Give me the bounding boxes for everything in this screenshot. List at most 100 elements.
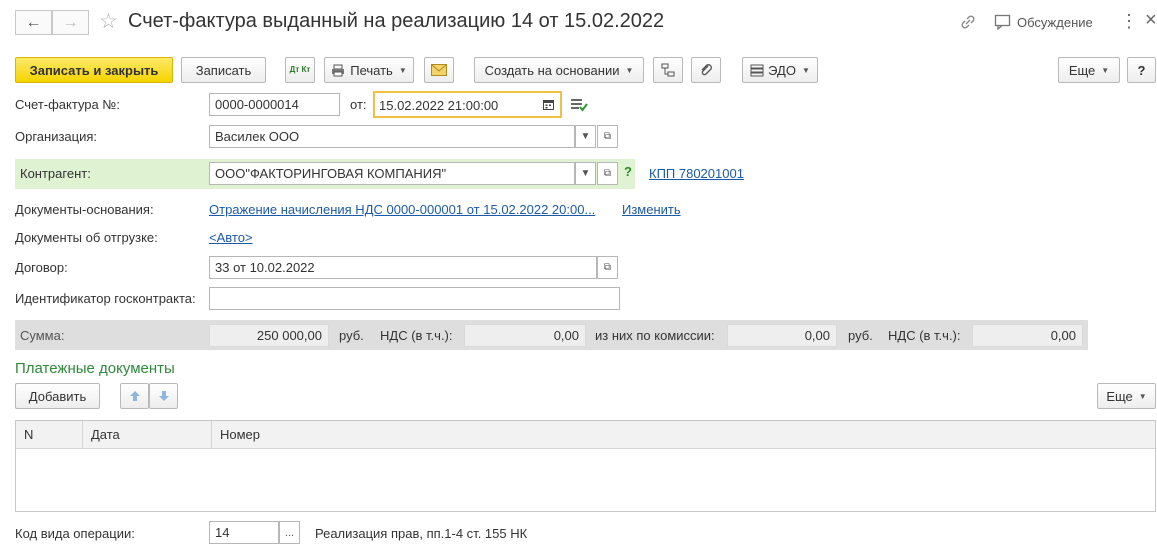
create-based-on-label: Создать на основании	[484, 62, 620, 78]
operation-description: Реализация прав, пп.1-4 ст. 155 НК	[315, 526, 528, 541]
arrow-up-icon	[129, 391, 140, 401]
column-header-doc-number[interactable]: Номер	[212, 421, 1155, 449]
add-label: Добавить	[28, 388, 87, 404]
attach-button[interactable]	[691, 57, 721, 83]
counterparty-dropdown-button[interactable]: ▼	[575, 162, 596, 185]
dropdown-caret-icon: ▼	[625, 65, 634, 75]
vat-label: НДС (в т.ч.):	[380, 328, 453, 343]
link-icon[interactable]	[959, 13, 977, 34]
sum-amount-field: 250 000,00	[209, 324, 329, 347]
dropdown-caret-icon: ▼	[580, 168, 591, 179]
print-button[interactable]: Печать ▼	[324, 57, 414, 83]
save-label: Записать	[195, 62, 252, 78]
invoice-date-input[interactable]: 15.02.2022 21:00:00	[373, 91, 562, 118]
help-question-icon[interactable]: ?	[624, 164, 632, 179]
calendar-icon[interactable]	[543, 98, 554, 113]
commission-amount-field: 0,00	[727, 324, 837, 347]
vat-amount-field: 0,00	[464, 324, 586, 347]
invoice-number-label: Счет-фактура №:	[15, 97, 120, 112]
operation-code-label: Код вида операции:	[15, 526, 135, 541]
commission-vat-field: 0,00	[972, 324, 1083, 347]
date-from-label: от:	[350, 97, 367, 112]
payments-more-label: Еще	[1106, 388, 1133, 404]
close-icon[interactable]: ×	[1145, 9, 1157, 32]
back-button[interactable]: ←	[15, 10, 52, 35]
payment-documents-title: Платежные документы	[15, 360, 175, 377]
move-down-button[interactable]	[149, 383, 178, 409]
gov-contract-label: Идентификатор госконтракта:	[15, 291, 196, 306]
hierarchy-icon	[661, 63, 675, 77]
sum-label: Сумма:	[20, 328, 65, 343]
help-icon: ?	[1137, 62, 1146, 78]
gov-contract-input[interactable]	[209, 287, 620, 310]
page-title: Счет-фактура выданный на реализацию 14 о…	[128, 10, 665, 32]
counterparty-label: Контрагент:	[20, 166, 91, 181]
favorite-star-icon[interactable]: ☆	[99, 9, 118, 34]
edo-label: ЭДО	[768, 62, 796, 78]
dropdown-caret-icon: ▼	[580, 131, 591, 142]
organization-input[interactable]: Василек ООО	[209, 125, 575, 148]
edo-button[interactable]: ЭДО ▼	[742, 57, 818, 83]
payments-more-button[interactable]: Еще ▼	[1097, 383, 1156, 409]
shipment-documents-label: Документы об отгрузке:	[15, 230, 158, 245]
move-up-button[interactable]	[120, 383, 149, 409]
dropdown-caret-icon: ▼	[1138, 391, 1147, 401]
shipment-auto-link[interactable]: <Авто>	[209, 230, 253, 245]
arrow-down-icon	[158, 391, 169, 401]
printer-icon	[332, 64, 345, 76]
print-label: Печать	[350, 62, 393, 78]
invoice-number-input[interactable]: 0000-0000014	[209, 93, 340, 116]
more-menu-icon[interactable]: ⋮	[1120, 11, 1138, 32]
dropdown-caret-icon: ▼	[398, 65, 407, 75]
dtkt-icon: Дт Кт	[289, 65, 311, 74]
open-form-icon: ⧉	[603, 262, 612, 273]
column-header-date[interactable]: Дата	[83, 421, 212, 449]
operation-code-select-button[interactable]: ...	[279, 521, 300, 544]
dropdown-caret-icon: ▼	[801, 65, 810, 75]
discussion-button[interactable]: Обсуждение	[994, 14, 1093, 30]
open-form-icon: ⧉	[603, 131, 612, 142]
currency-label-2: руб.	[848, 328, 873, 343]
change-link[interactable]: Изменить	[622, 202, 681, 217]
save-button[interactable]: Записать	[181, 57, 266, 83]
organization-dropdown-button[interactable]: ▼	[575, 125, 596, 148]
contract-label: Договор:	[15, 260, 68, 275]
create-based-on-button[interactable]: Создать на основании ▼	[474, 57, 644, 83]
ellipsis-icon: ...	[284, 526, 295, 539]
kpp-link[interactable]: КПП 780201001	[649, 166, 744, 181]
payment-documents-table[interactable]: N Дата Номер	[15, 420, 1156, 512]
counterparty-input[interactable]: ООО"ФАКТОРИНГОВАЯ КОМПАНИЯ"	[209, 162, 575, 185]
envelope-icon	[431, 64, 447, 76]
structure-button[interactable]	[653, 57, 683, 83]
arrow-right-icon: →	[62, 13, 79, 31]
commission-label: из них по комиссии:	[595, 328, 715, 343]
document-check-icon[interactable]	[570, 96, 588, 115]
contract-input[interactable]: 33 от 10.02.2022	[209, 256, 597, 279]
arrow-left-icon: ←	[25, 13, 42, 31]
base-documents-link[interactable]: Отражение начисления НДС 0000-000001 от …	[209, 202, 595, 217]
email-button[interactable]	[424, 57, 454, 83]
open-form-icon: ⧉	[603, 168, 612, 179]
invoice-date-value: 15.02.2022 21:00:00	[379, 98, 499, 113]
currency-label: руб.	[339, 328, 364, 343]
add-button[interactable]: Добавить	[15, 383, 100, 409]
contract-open-button[interactable]: ⧉	[597, 256, 618, 279]
more-button[interactable]: Еще ▼	[1058, 57, 1120, 83]
operation-code-input[interactable]: 14	[209, 521, 279, 544]
organization-label: Организация:	[15, 129, 98, 144]
edo-icon	[750, 64, 764, 76]
forward-button[interactable]: →	[52, 10, 89, 35]
column-header-number[interactable]: N	[16, 421, 83, 449]
organization-open-button[interactable]: ⧉	[597, 125, 618, 148]
more-label: Еще	[1068, 62, 1096, 78]
help-button[interactable]: ?	[1127, 57, 1156, 83]
counterparty-open-button[interactable]: ⧉	[597, 162, 618, 185]
dtkt-button[interactable]: Дт Кт	[285, 57, 315, 83]
discussion-label: Обсуждение	[1017, 14, 1093, 30]
save-and-close-label: Записать и закрыть	[29, 62, 159, 78]
save-and-close-button[interactable]: Записать и закрыть	[15, 57, 173, 83]
table-header: N Дата Номер	[16, 421, 1155, 449]
comment-icon	[994, 14, 1011, 30]
base-documents-label: Документы-основания:	[15, 202, 154, 217]
vat-label-2: НДС (в т.ч.):	[888, 328, 961, 343]
